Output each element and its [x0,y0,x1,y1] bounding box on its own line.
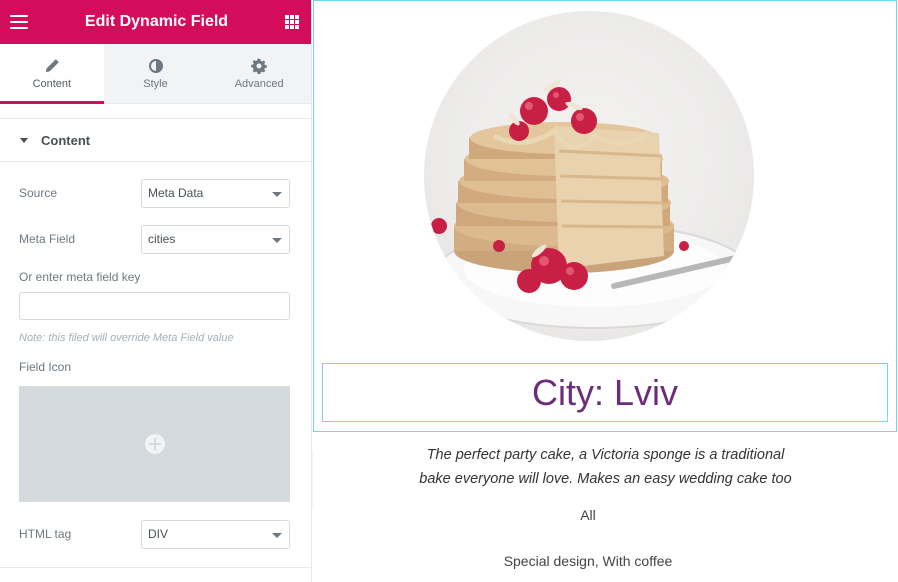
html-tag-label: HTML tag [19,527,72,541]
caret-down-icon [20,137,28,143]
meta-key-input[interactable] [19,292,290,320]
tab-advanced-label: Advanced [234,77,284,90]
widgets-grid-icon[interactable] [284,15,299,29]
tags-text: Special design, With coffee [503,553,673,569]
panel-header: Edit Dynamic Field [0,0,311,44]
widget-outline[interactable]: City: Lviv [313,0,897,432]
menu-icon[interactable] [10,15,28,29]
panel-divider [0,567,311,568]
city-title: City: Lviv [531,371,679,413]
tab-content-label: Content [32,77,72,90]
meta-field-select[interactable]: cities [141,224,290,254]
meta-key-label: Or enter meta field key [19,270,141,284]
html-tag-select[interactable]: DIV [141,519,290,549]
chevron-down-icon [272,191,282,197]
chevron-down-icon [272,237,282,243]
tab-style-label: Style [143,77,168,90]
field-icon-picker[interactable] [19,386,290,502]
tab-style[interactable]: Style [104,44,208,103]
preview-canvas: City: Lviv The perfect party cake, a Vic… [313,0,898,582]
section-content-toggle[interactable]: Content [0,118,311,162]
meta-field-select-value: cities [148,232,176,246]
meta-field-label: Meta Field [19,232,76,246]
html-tag-select-value: DIV [148,527,169,541]
editor-panel: Edit Dynamic Field Content Style Advance… [0,0,312,582]
pancake-photo [424,11,754,341]
source-select-value: Meta Data [148,186,204,200]
plus-icon [144,434,165,454]
section-title: Content [41,132,91,148]
field-icon-label: Field Icon [19,360,72,374]
category-text: All [580,507,596,523]
tab-advanced[interactable]: Advanced [207,44,311,103]
gear-icon [251,58,267,74]
meta-field-control: Meta Field cities [0,216,311,262]
description-line-2: bake everyone will love. Makes an easy w… [419,471,792,487]
description-line-1: The perfect party cake, a Victoria spong… [426,447,785,463]
panel-tabs: Content Style Advanced [0,44,311,104]
source-select[interactable]: Meta Data [141,178,290,208]
pancake-illustration [431,80,754,329]
panel-title: Edit Dynamic Field [84,13,229,30]
source-label: Source [19,186,58,200]
tab-content[interactable]: Content [0,44,104,104]
city-title-box[interactable]: City: Lviv [322,363,888,422]
html-tag-control: HTML tag DIV [0,511,311,557]
description: The perfect party cake, a Victoria spong… [313,443,898,491]
pencil-icon [45,58,59,72]
contrast-icon [148,58,163,73]
chevron-down-icon [272,532,282,538]
source-control: Source Meta Data [0,170,311,216]
meta-key-note: Note: this filed will override Meta Fiel… [19,332,234,344]
